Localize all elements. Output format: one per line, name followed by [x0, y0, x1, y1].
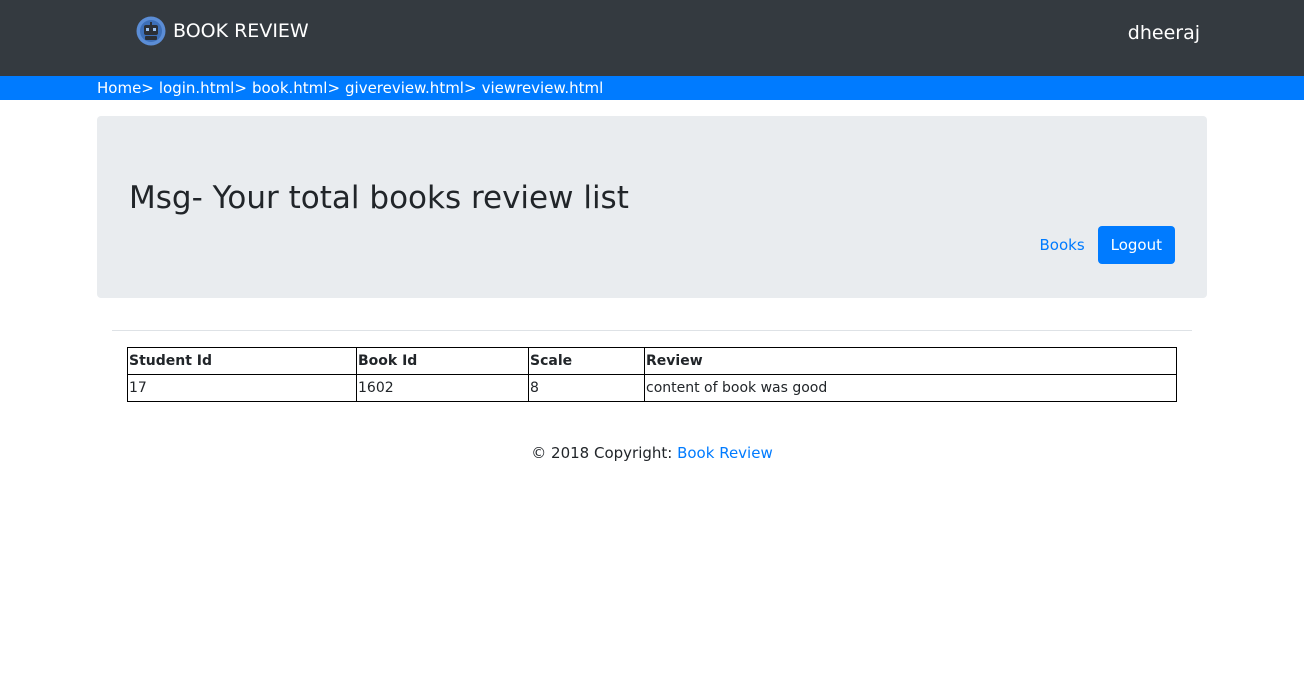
breadcrumb-separator: >: [463, 79, 477, 97]
cell-review: content of book was good: [644, 374, 1177, 402]
table-row: 17 1602 8 content of book was good: [127, 374, 1177, 402]
breadcrumb-separator: >: [234, 79, 247, 97]
column-header-book-id: Book Id: [356, 347, 529, 375]
copyright-text: © 2018 Copyright:: [531, 444, 678, 462]
cell-book-id: 1602: [356, 374, 529, 402]
jumbotron-actions: Books Logout: [1039, 226, 1175, 264]
brand-text: BOOK REVIEW: [173, 20, 309, 42]
divider: [112, 330, 1192, 331]
books-link[interactable]: Books: [1039, 236, 1084, 254]
breadcrumb-item-home[interactable]: Home: [97, 79, 141, 97]
username-label[interactable]: dheeraj: [1128, 22, 1200, 44]
footer: © 2018 Copyright: Book Review: [0, 444, 1304, 462]
page-title: Msg- Your total books review list: [129, 180, 629, 216]
logout-button[interactable]: Logout: [1097, 226, 1175, 264]
column-header-review: Review: [644, 347, 1177, 375]
breadcrumb-item-book[interactable]: book.html: [252, 79, 328, 97]
table-header-row: Student Id Book Id Scale Review: [127, 347, 1177, 375]
column-header-scale: Scale: [528, 347, 645, 375]
column-header-student-id: Student Id: [127, 347, 357, 375]
message-jumbotron: Msg- Your total books review list Books …: [97, 116, 1207, 298]
top-navbar: BOOK REVIEW dheeraj: [0, 0, 1304, 76]
breadcrumb: Home > login.html > book.html > giverevi…: [97, 79, 603, 97]
cell-scale: 8: [528, 374, 645, 402]
footer-book-review-link[interactable]: Book Review: [677, 444, 773, 462]
breadcrumb-item-givereview[interactable]: givereview.html: [345, 79, 464, 97]
breadcrumb-item-login[interactable]: login.html: [159, 79, 234, 97]
review-table: Student Id Book Id Scale Review 17 1602 …: [127, 347, 1177, 402]
robot-logo-icon: [136, 16, 166, 46]
breadcrumb-item-viewreview[interactable]: viewreview.html: [482, 79, 604, 97]
breadcrumb-bar: Home > login.html > book.html > giverevi…: [0, 76, 1304, 100]
breadcrumb-separator: >: [327, 79, 341, 97]
brand-link[interactable]: BOOK REVIEW: [136, 15, 309, 47]
cell-student-id: 17: [127, 374, 357, 402]
breadcrumb-separator: >: [141, 79, 154, 97]
